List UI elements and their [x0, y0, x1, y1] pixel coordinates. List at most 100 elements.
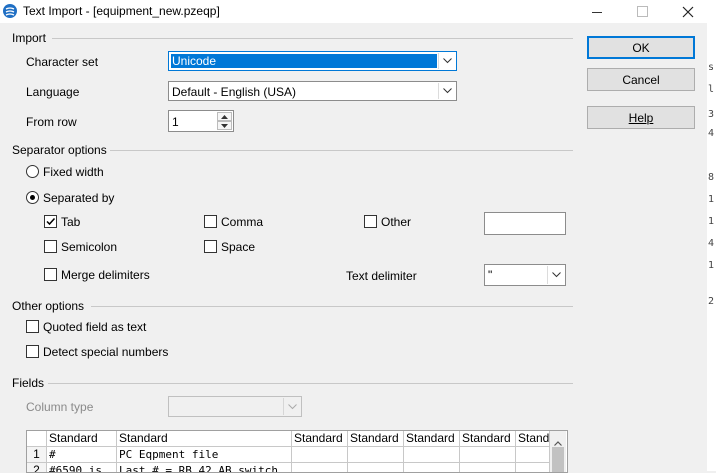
strip-text: 1 — [708, 194, 715, 205]
app-icon — [3, 4, 17, 18]
ok-button[interactable]: OK — [587, 36, 695, 59]
column-header[interactable]: Standard — [460, 431, 516, 447]
section-divider — [110, 150, 573, 151]
detect-numbers-checkbox[interactable] — [26, 345, 39, 358]
strip-text: l — [708, 84, 715, 95]
table-cell[interactable] — [292, 463, 348, 472]
chevron-down-icon[interactable] — [438, 83, 455, 99]
strip-text: 4 — [708, 238, 715, 249]
merge-delimiters-checkbox[interactable] — [44, 268, 57, 281]
table-cell[interactable] — [348, 463, 404, 472]
table-cell[interactable] — [516, 447, 550, 463]
minimize-icon — [592, 11, 602, 13]
from-row-value: 1 — [172, 115, 179, 129]
text-delimiter-label: Text delimiter — [346, 269, 417, 283]
spin-up-icon[interactable] — [217, 112, 232, 121]
column-header[interactable]: Stand — [516, 431, 550, 447]
separated-by-label[interactable]: Separated by — [43, 191, 114, 205]
language-value: Default - English (USA) — [172, 85, 297, 99]
strip-text: 4 — [708, 128, 715, 139]
table-cell[interactable] — [404, 447, 460, 463]
chevron-down-icon[interactable] — [547, 266, 564, 284]
scrollbar-thumb[interactable] — [552, 447, 564, 472]
tab-checkbox[interactable] — [44, 215, 57, 228]
strip-text: 1 — [708, 260, 715, 271]
table-cell[interactable]: # — [47, 447, 117, 463]
detect-numbers-label[interactable]: Detect special numbers — [43, 345, 168, 359]
table-cell[interactable]: PC Eqpment file — [117, 447, 292, 463]
section-divider — [52, 38, 573, 39]
tab-label[interactable]: Tab — [61, 215, 80, 229]
table-cell[interactable] — [348, 447, 404, 463]
strip-text: 2 — [708, 296, 715, 307]
preview-grid[interactable]: Standard Standard Standard Standard Stan… — [26, 430, 568, 473]
section-divider — [48, 383, 573, 384]
strip-text: s — [708, 62, 715, 73]
table-cell[interactable]: #6590 is — [47, 463, 117, 472]
text-delimiter-value: " — [488, 268, 493, 282]
help-button[interactable]: Help — [587, 106, 695, 129]
spin-down-icon[interactable] — [217, 121, 232, 130]
charset-combo[interactable]: Unicode — [168, 51, 457, 71]
grid-corner — [27, 431, 47, 447]
help-label: Help — [628, 110, 654, 125]
column-header[interactable]: Standard — [404, 431, 460, 447]
comma-label[interactable]: Comma — [221, 215, 263, 229]
column-type-combo[interactable] — [168, 396, 302, 417]
language-combo[interactable]: Default - English (USA) — [168, 81, 457, 101]
quoted-field-checkbox[interactable] — [26, 320, 39, 333]
charset-label: Character set — [26, 55, 99, 69]
semicolon-checkbox[interactable] — [44, 240, 57, 253]
close-icon — [682, 6, 694, 17]
space-checkbox[interactable] — [204, 240, 217, 253]
table-cell[interactable] — [404, 463, 460, 472]
from-row-label: From row — [26, 115, 77, 129]
section-divider — [91, 306, 573, 307]
space-label[interactable]: Space — [221, 240, 255, 254]
from-row-spinner[interactable]: 1 — [168, 110, 234, 132]
ok-label: OK — [632, 40, 650, 55]
strip-text: 1 — [708, 216, 715, 227]
table-cell[interactable] — [460, 447, 516, 463]
column-header[interactable]: Standard — [292, 431, 348, 447]
fields-section-title: Fields — [12, 376, 45, 390]
cancel-button[interactable]: Cancel — [587, 68, 695, 91]
comma-checkbox[interactable] — [204, 215, 217, 228]
column-header[interactable]: Standard — [348, 431, 404, 447]
import-section-title: Import — [12, 31, 47, 45]
grid-scrollbar[interactable] — [550, 431, 566, 472]
text-delimiter-combo[interactable]: " — [484, 264, 566, 286]
chevron-down-icon[interactable] — [283, 398, 300, 415]
fixed-width-label[interactable]: Fixed width — [43, 165, 104, 179]
cancel-label: Cancel — [622, 72, 660, 87]
column-header[interactable]: Standard — [117, 431, 292, 447]
strip-text: 3 — [708, 109, 715, 120]
separated-by-radio[interactable] — [26, 191, 39, 204]
other-checkbox[interactable] — [364, 215, 377, 228]
minimize-button[interactable] — [575, 0, 619, 23]
strip-text: 8 — [708, 172, 715, 183]
semicolon-label[interactable]: Semicolon — [61, 240, 117, 254]
other-input[interactable] — [484, 212, 566, 235]
table-cell[interactable]: Last # = RB 42 AB switch — [117, 463, 292, 472]
row-number: 1 — [27, 447, 47, 463]
language-label: Language — [26, 85, 80, 99]
checkmark-icon — [46, 217, 56, 226]
row-number: 2 — [27, 463, 47, 472]
close-button[interactable] — [666, 0, 710, 23]
table-cell[interactable] — [292, 447, 348, 463]
other-label[interactable]: Other — [381, 215, 411, 229]
charset-value: Unicode — [171, 54, 437, 68]
separator-section-title: Separator options — [12, 143, 107, 157]
table-cell[interactable] — [516, 463, 550, 472]
fixed-width-radio[interactable] — [26, 165, 39, 178]
table-cell[interactable] — [460, 463, 516, 472]
quoted-field-label[interactable]: Quoted field as text — [43, 320, 146, 334]
other-options-section-title: Other options — [12, 299, 85, 313]
merge-delimiters-label[interactable]: Merge delimiters — [61, 268, 150, 282]
maximize-icon — [636, 6, 648, 17]
maximize-button[interactable] — [620, 0, 664, 23]
window-title: Text Import - [equipment_new.pzeqp] — [23, 4, 220, 18]
column-header[interactable]: Standard — [47, 431, 117, 447]
chevron-down-icon[interactable] — [438, 53, 455, 69]
